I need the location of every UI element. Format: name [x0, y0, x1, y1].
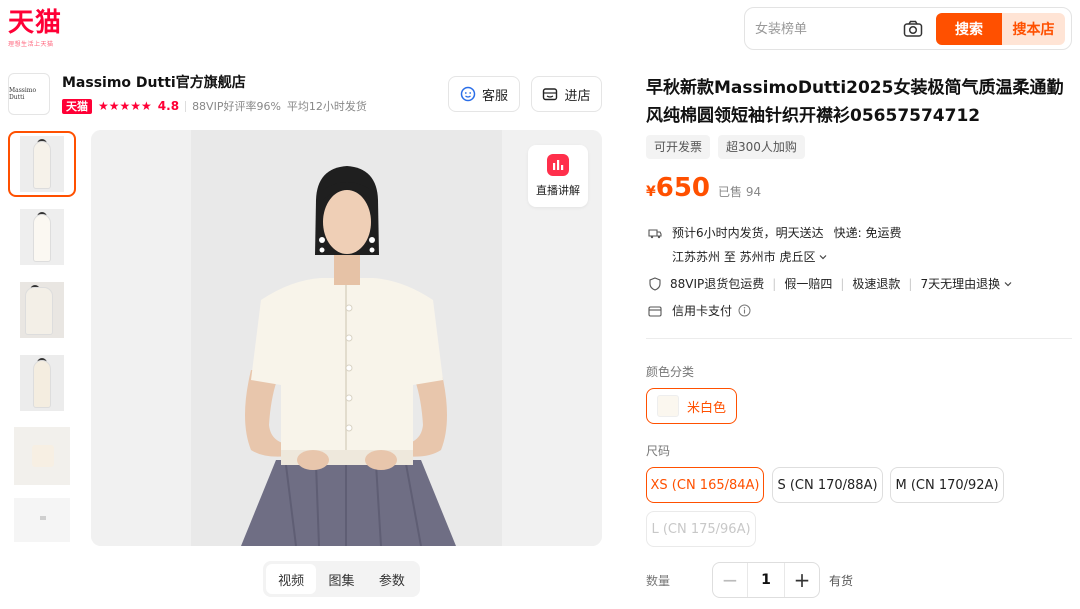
quantity-value[interactable]: 1 [747, 563, 785, 597]
product-title: 早秋新款MassimoDutti2025女装极简气质温柔通勤风纯棉圆领短袖针织开… [646, 78, 1064, 126]
vip-rate: 88VIP好评率96% [192, 100, 281, 113]
live-explain-button[interactable]: 直播讲解 [528, 145, 588, 207]
search-input[interactable] [755, 19, 895, 39]
divider: | [908, 276, 913, 291]
price-currency: ¥ [646, 184, 656, 200]
price-block: ¥ 650 已售 94 [646, 173, 761, 203]
minus-icon[interactable]: − [713, 563, 747, 597]
thumbnail-6[interactable] [8, 496, 76, 544]
divider: | [772, 276, 777, 291]
size-option-l: L (CN 175/96A) [646, 511, 756, 547]
store-icon [543, 88, 558, 101]
shipping-route-row[interactable]: 江苏苏州 至 苏州市 虎丘区 [672, 248, 829, 265]
tab-params[interactable]: 参数 [367, 564, 417, 594]
rating-stars: ★★★★★ [98, 99, 152, 113]
logo-text: 天猫 [8, 8, 63, 38]
guarantee-row[interactable]: 88VIP退货包运费 | 假一赔四 | 极速退款 | 7天无理由退换 [648, 275, 1014, 292]
chevron-down-icon [1004, 281, 1012, 286]
shipping-route: 江苏苏州 至 苏州市 虎丘区 [672, 250, 816, 264]
quantity-label: 数量 [646, 574, 671, 588]
payment-method: 信用卡支付 [672, 304, 733, 318]
camera-icon[interactable] [903, 20, 923, 38]
divider [646, 338, 1072, 339]
sold-count: 已售 94 [718, 185, 762, 199]
store-search-button[interactable]: 搜本店 [1002, 13, 1065, 45]
service-icon [460, 86, 476, 102]
size-label: 尺码 [646, 444, 671, 458]
enter-label: 进店 [564, 88, 591, 104]
thumbnail-2[interactable] [8, 204, 76, 270]
media-tabs: 视频 图集 参数 [263, 561, 420, 597]
shield-icon [649, 276, 661, 291]
color-swatch [657, 395, 679, 417]
shipping-estimate-row: 预计6小时内发货，明天送达 快递: 免运费 [648, 224, 902, 241]
search-bar: 搜索 搜本店 [744, 7, 1072, 50]
credit-card-icon [648, 305, 662, 317]
store-meta: 天猫 ★★★★★ 4.8 88VIP好评率96% 平均12小时发货 [62, 98, 367, 114]
tab-video[interactable]: 视频 [266, 564, 317, 594]
logo-slogan: 理想生活上天猫 [8, 41, 54, 48]
price-value: 650 [655, 173, 711, 203]
shipping-estimate: 预计6小时内发货，明天送达 [672, 226, 824, 240]
product-tags: 可开发票 超300人加购 [646, 135, 805, 159]
tab-gallery[interactable]: 图集 [316, 564, 366, 594]
divider [185, 100, 187, 112]
thumbnail-1[interactable] [8, 131, 76, 197]
payment-row: 信用卡支付 [648, 302, 751, 319]
guarantee-4: 7天无理由退换 [920, 277, 1001, 291]
live-icon [547, 154, 569, 176]
info-icon[interactable] [738, 304, 751, 317]
size-option-m[interactable]: M (CN 170/92A) [890, 467, 1004, 503]
thumbnail-5[interactable] [8, 423, 76, 489]
ship-time: 平均12小时发货 [286, 100, 367, 113]
chevron-down-icon [820, 254, 827, 259]
search-button[interactable]: 搜索 [936, 13, 1002, 45]
thumbnail-3[interactable] [8, 277, 76, 343]
guarantee-1: 88VIP退货包运费 [670, 277, 765, 291]
service-label: 客服 [481, 88, 508, 104]
thumbnail-4[interactable] [8, 350, 76, 416]
model-photo [91, 130, 602, 546]
tag-cart-count: 超300人加购 [718, 135, 805, 159]
guarantee-2: 假一赔四 [784, 277, 833, 291]
tmall-badge: 天猫 [62, 98, 92, 114]
enter-store-button[interactable]: 进店 [531, 76, 602, 112]
main-product-image[interactable] [91, 130, 602, 546]
store-logo[interactable]: Massimo Dutti [8, 73, 50, 115]
customer-service-button[interactable]: 客服 [448, 76, 520, 112]
guarantee-3: 极速退款 [852, 277, 901, 291]
color-option-offwhite[interactable]: 米白色 [646, 388, 738, 424]
shipping-express: 快递: 免运费 [833, 226, 902, 240]
rating-value: 4.8 [157, 99, 180, 113]
size-option-xs[interactable]: XS (CN 165/84A) [646, 467, 764, 503]
stock-status: 有货 [829, 574, 854, 588]
color-label: 颜色分类 [646, 365, 695, 379]
truck-icon [648, 228, 662, 238]
color-option-label: 米白色 [687, 400, 727, 416]
quantity-stepper: − 1 + [712, 562, 820, 598]
divider: | [840, 276, 845, 291]
tmall-logo[interactable]: 天猫 理想生活上天猫 [8, 8, 70, 48]
live-label: 直播讲解 [536, 184, 580, 197]
size-option-s[interactable]: S (CN 170/88A) [772, 467, 883, 503]
plus-icon[interactable]: + [785, 563, 819, 597]
store-name[interactable]: Massimo Dutti官方旗舰店 [62, 72, 246, 92]
tag-invoice: 可开发票 [646, 135, 711, 159]
